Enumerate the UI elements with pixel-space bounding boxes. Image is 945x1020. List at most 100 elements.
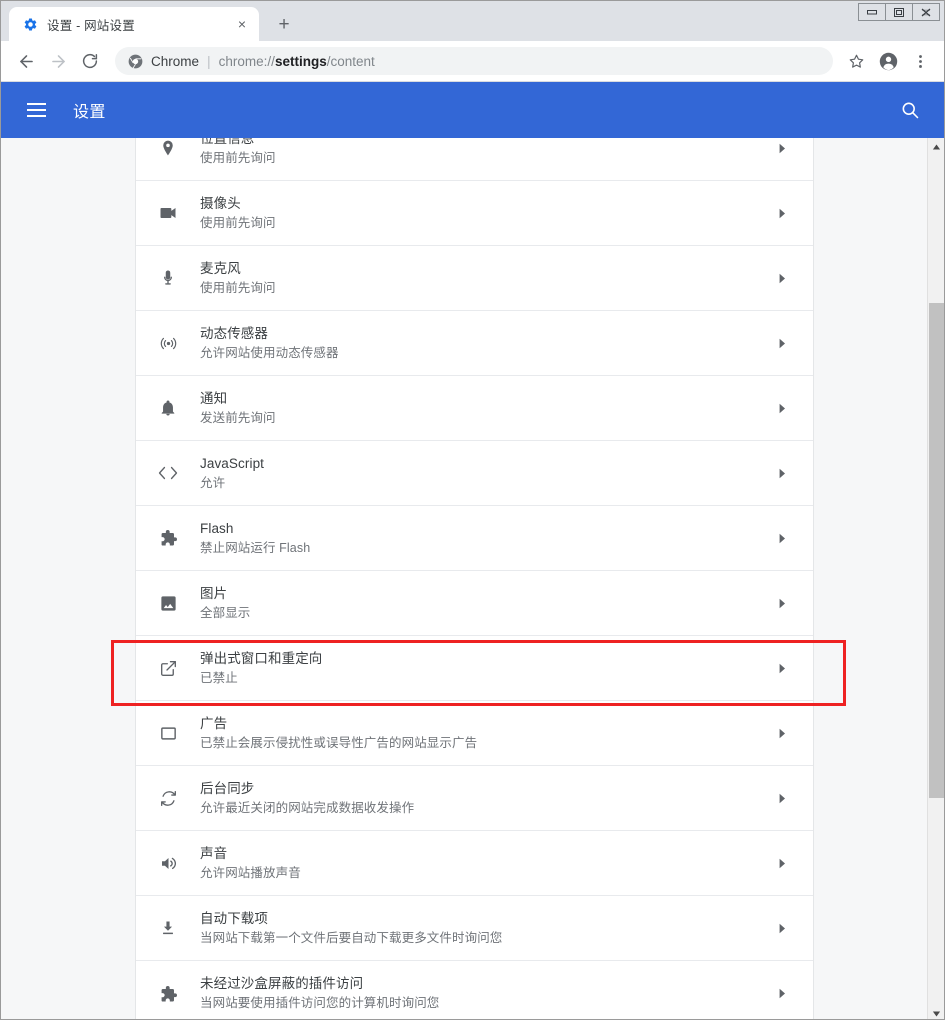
settings-row-image[interactable]: 图片 全部显示 bbox=[136, 571, 813, 636]
chevron-right-icon[interactable] bbox=[767, 403, 797, 414]
settings-row-title: 麦克风 bbox=[200, 260, 241, 276]
browser-tab[interactable]: 设置 - 网站设置 × bbox=[9, 7, 259, 41]
minimize-button[interactable] bbox=[858, 3, 886, 21]
settings-row-title: JavaScript bbox=[200, 455, 265, 471]
settings-row-text: 弹出式窗口和重定向 已禁止 bbox=[200, 650, 767, 687]
scrollbar-thumb[interactable] bbox=[929, 303, 944, 798]
settings-row-text: 图片 全部显示 bbox=[200, 585, 767, 622]
gear-icon bbox=[22, 16, 38, 32]
ads-icon bbox=[136, 721, 200, 745]
settings-row-sound[interactable]: 声音 允许网站播放声音 bbox=[136, 831, 813, 896]
chevron-right-icon[interactable] bbox=[767, 663, 797, 674]
chevron-right-icon[interactable] bbox=[767, 988, 797, 999]
settings-header: 设置 bbox=[1, 82, 944, 138]
settings-row-popup-window[interactable]: 弹出式窗口和重定向 已禁止 bbox=[136, 636, 813, 701]
settings-row-text: 摄像头 使用前先询问 bbox=[200, 195, 767, 232]
chevron-right-icon[interactable] bbox=[767, 338, 797, 349]
settings-row-title: 广告 bbox=[200, 715, 228, 731]
settings-row-title: 未经过沙盒屏蔽的插件访问 bbox=[200, 976, 364, 991]
search-icon[interactable] bbox=[898, 98, 922, 122]
vertical-scrollbar[interactable] bbox=[927, 138, 944, 1019]
page-title: 设置 bbox=[73, 104, 106, 121]
notification-bell-icon bbox=[136, 396, 200, 420]
settings-row-background-sync[interactable]: 后台同步允许最近关闭的网站完成数据收发操作 bbox=[136, 766, 813, 831]
profile-avatar-icon[interactable] bbox=[873, 46, 903, 76]
chevron-right-icon[interactable] bbox=[767, 468, 797, 479]
settings-row-subtitle: 允许网站播放声音 bbox=[200, 865, 301, 880]
url-suffix: /content bbox=[326, 53, 375, 69]
settings-row-title: 后台同步 bbox=[200, 780, 255, 796]
chevron-right-icon[interactable] bbox=[767, 273, 797, 284]
hamburger-menu-icon[interactable] bbox=[27, 98, 51, 122]
close-icon[interactable]: × bbox=[233, 15, 251, 33]
settings-row-title: 通知 bbox=[200, 390, 228, 406]
toolbar-actions bbox=[841, 46, 935, 76]
url-prefix: chrome:// bbox=[218, 53, 275, 69]
tab-strip: 设置 - 网站设置 × + bbox=[1, 1, 944, 41]
settings-row-location[interactable]: 位置信息 使用前先询问 bbox=[136, 138, 813, 181]
settings-row-camera[interactable]: 摄像头 使用前先询问 bbox=[136, 181, 813, 246]
omnibox-separator: | bbox=[207, 53, 211, 69]
settings-row-text: 广告已禁止会展示侵扰性或误导性广告的网站显示广告 bbox=[200, 715, 767, 752]
settings-row-subtitle: 发送前先询问 bbox=[200, 410, 276, 425]
chevron-right-icon[interactable] bbox=[767, 208, 797, 219]
settings-row-subtitle: 全部显示 bbox=[200, 605, 251, 620]
settings-row-text: 声音 允许网站播放声音 bbox=[200, 845, 767, 882]
settings-row-title: Flash bbox=[200, 520, 234, 536]
settings-row-notification-bell[interactable]: 通知 发送前先询问 bbox=[136, 376, 813, 441]
settings-row-title: 图片 bbox=[200, 585, 228, 601]
settings-row-code-brackets[interactable]: JavaScript 允许 bbox=[136, 441, 813, 506]
settings-row-ads[interactable]: 广告已禁止会展示侵扰性或误导性广告的网站显示广告 bbox=[136, 701, 813, 766]
code-brackets-icon bbox=[136, 461, 200, 485]
browser-window: 设置 - 网站设置 × + Chrome | chrome://settings… bbox=[0, 0, 945, 1020]
microphone-icon bbox=[136, 266, 200, 290]
settings-row-text: 位置信息 使用前先询问 bbox=[200, 138, 767, 167]
settings-row-subtitle: 使用前先询问 bbox=[200, 215, 276, 230]
flash-puzzle-icon bbox=[136, 526, 200, 550]
chevron-right-icon[interactable] bbox=[767, 793, 797, 804]
motion-sensor-icon bbox=[136, 331, 200, 355]
address-bar[interactable]: Chrome | chrome://settings/content bbox=[115, 47, 833, 75]
settings-row-text: 动态传感器 允许网站使用动态传感器 bbox=[200, 325, 767, 362]
maximize-restore-button[interactable] bbox=[885, 3, 913, 21]
settings-row-subtitle: 使用前先询问 bbox=[200, 280, 276, 295]
back-icon[interactable] bbox=[11, 46, 41, 76]
settings-row-subtitle: 当网站下载第一个文件后要自动下载更多文件时询问您 bbox=[200, 930, 503, 945]
settings-row-text: 未经过沙盒屏蔽的插件访问当网站要使用插件访问您的计算机时询问您 bbox=[200, 975, 767, 1012]
scroll-up-arrow-icon[interactable] bbox=[928, 138, 944, 155]
chevron-right-icon[interactable] bbox=[767, 923, 797, 934]
settings-row-text: 自动下载项 当网站下载第一个文件后要自动下载更多文件时询问您 bbox=[200, 910, 767, 947]
settings-row-motion-sensor[interactable]: 动态传感器 允许网站使用动态传感器 bbox=[136, 311, 813, 376]
settings-row-subtitle: 禁止网站运行 Flash bbox=[200, 540, 311, 555]
settings-row-flash-puzzle[interactable]: Flash 禁止网站运行 Flash bbox=[136, 506, 813, 571]
settings-row-text: 麦克风 使用前先询问 bbox=[200, 260, 767, 297]
chevron-right-icon[interactable] bbox=[767, 858, 797, 869]
browser-menu-icon[interactable] bbox=[905, 46, 935, 76]
close-button[interactable] bbox=[912, 3, 940, 21]
location-icon bbox=[136, 138, 200, 160]
chevron-right-icon[interactable] bbox=[767, 143, 797, 154]
settings-row-subtitle: 允许网站使用动态传感器 bbox=[200, 345, 339, 360]
forward-icon[interactable] bbox=[43, 46, 73, 76]
sound-icon bbox=[136, 851, 200, 875]
image-icon bbox=[136, 591, 200, 615]
settings-row-subtitle: 允许最近关闭的网站完成数据收发操作 bbox=[200, 800, 415, 815]
new-tab-button[interactable]: + bbox=[269, 9, 299, 39]
reload-icon[interactable] bbox=[75, 46, 105, 76]
settings-row-download[interactable]: 自动下载项 当网站下载第一个文件后要自动下载更多文件时询问您 bbox=[136, 896, 813, 961]
camera-icon bbox=[136, 201, 200, 225]
settings-content-area: 位置信息 使用前先询问 摄像头 使用前先询问 麦克风 使用前先询问 动态传感器 允许网站使用动… bbox=[1, 138, 944, 1019]
settings-row-subtitle: 当网站要使用插件访问您的计算机时询问您 bbox=[200, 996, 440, 1010]
settings-row-text: 通知 发送前先询问 bbox=[200, 390, 767, 427]
bookmark-star-icon[interactable] bbox=[841, 46, 871, 76]
scroll-down-arrow-icon[interactable] bbox=[928, 1005, 944, 1019]
settings-row-subtitle: 已禁止会展示侵扰性或误导性广告的网站显示广告 bbox=[200, 735, 478, 750]
chevron-right-icon[interactable] bbox=[767, 728, 797, 739]
settings-row-microphone[interactable]: 麦克风 使用前先询问 bbox=[136, 246, 813, 311]
chrome-icon bbox=[127, 53, 143, 69]
chevron-right-icon[interactable] bbox=[767, 598, 797, 609]
settings-row-unsandboxed-plugin[interactable]: 未经过沙盒屏蔽的插件访问当网站要使用插件访问您的计算机时询问您 bbox=[136, 961, 813, 1019]
settings-row-subtitle: 使用前先询问 bbox=[200, 150, 276, 165]
chevron-right-icon[interactable] bbox=[767, 533, 797, 544]
settings-row-text: 后台同步允许最近关闭的网站完成数据收发操作 bbox=[200, 780, 767, 817]
